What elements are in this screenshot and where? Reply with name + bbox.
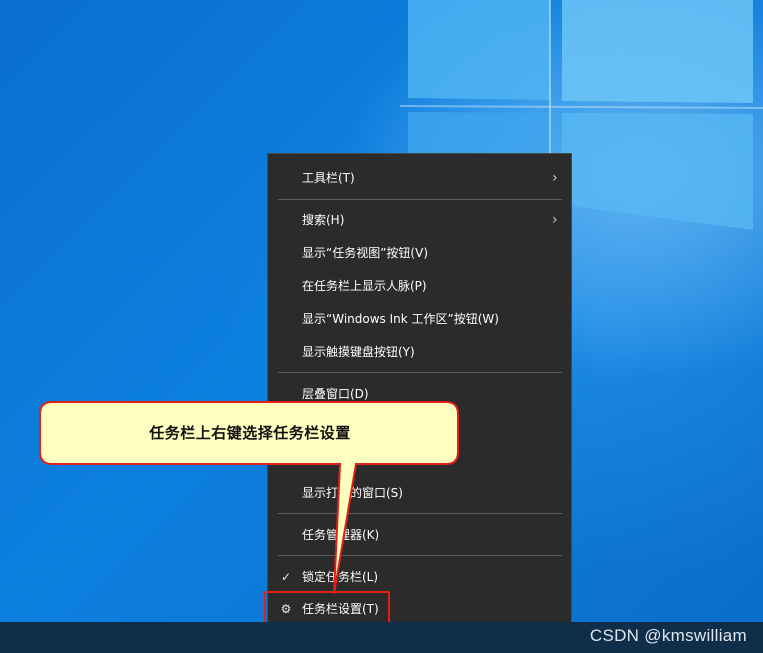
menu-separator xyxy=(278,372,562,373)
menu-separator xyxy=(278,199,562,200)
menu-item-label: 显示打开的窗口(S) xyxy=(302,486,403,500)
checkmark-icon: ✓ xyxy=(280,570,292,584)
menu-separator xyxy=(278,513,562,514)
menu-item-lock-taskbar[interactable]: ✓ 锁定任务栏(L) xyxy=(268,564,571,590)
menu-item-label: 在任务栏上显示人脉(P) xyxy=(302,279,427,293)
menu-item-label: 搜索(H) xyxy=(302,213,345,227)
callout-text: 任务栏上右键选择任务栏设置 xyxy=(149,424,351,442)
menu-item-show-windows[interactable]: 显示打开的窗口(S) xyxy=(268,480,571,506)
chevron-right-icon: › xyxy=(552,170,558,186)
menu-separator xyxy=(278,555,562,556)
highlight-box xyxy=(264,591,390,625)
menu-item-label: 任务管理器(K) xyxy=(302,528,380,542)
menu-item-windows-ink[interactable]: 显示“Windows Ink 工作区”按钮(W) xyxy=(268,306,571,332)
menu-item-task-view-button[interactable]: 显示“任务视图”按钮(V) xyxy=(268,240,571,266)
menu-item-people[interactable]: 在任务栏上显示人脉(P) xyxy=(268,273,571,299)
menu-item-label: 显示触摸键盘按钮(Y) xyxy=(302,345,415,359)
menu-item-search[interactable]: 搜索(H) › xyxy=(268,207,571,233)
watermark: CSDN @kmswilliam xyxy=(589,626,747,645)
taskbar-context-menu: 工具栏(T) › 搜索(H) › 显示“任务视图”按钮(V) 在任务栏上显示人脉… xyxy=(267,153,572,623)
menu-item-label: 工具栏(T) xyxy=(302,171,355,185)
menu-item-task-manager[interactable]: 任务管理器(K) xyxy=(268,522,571,548)
menu-item-label: 显示“Windows Ink 工作区”按钮(W) xyxy=(302,312,499,326)
menu-item-toolbars[interactable]: 工具栏(T) › xyxy=(268,165,571,191)
menu-item-touch-keyboard[interactable]: 显示触摸键盘按钮(Y) xyxy=(268,339,571,365)
menu-item-label: 锁定任务栏(L) xyxy=(302,570,379,584)
chevron-right-icon: › xyxy=(552,212,558,228)
menu-item-label: 显示“任务视图”按钮(V) xyxy=(302,246,429,260)
